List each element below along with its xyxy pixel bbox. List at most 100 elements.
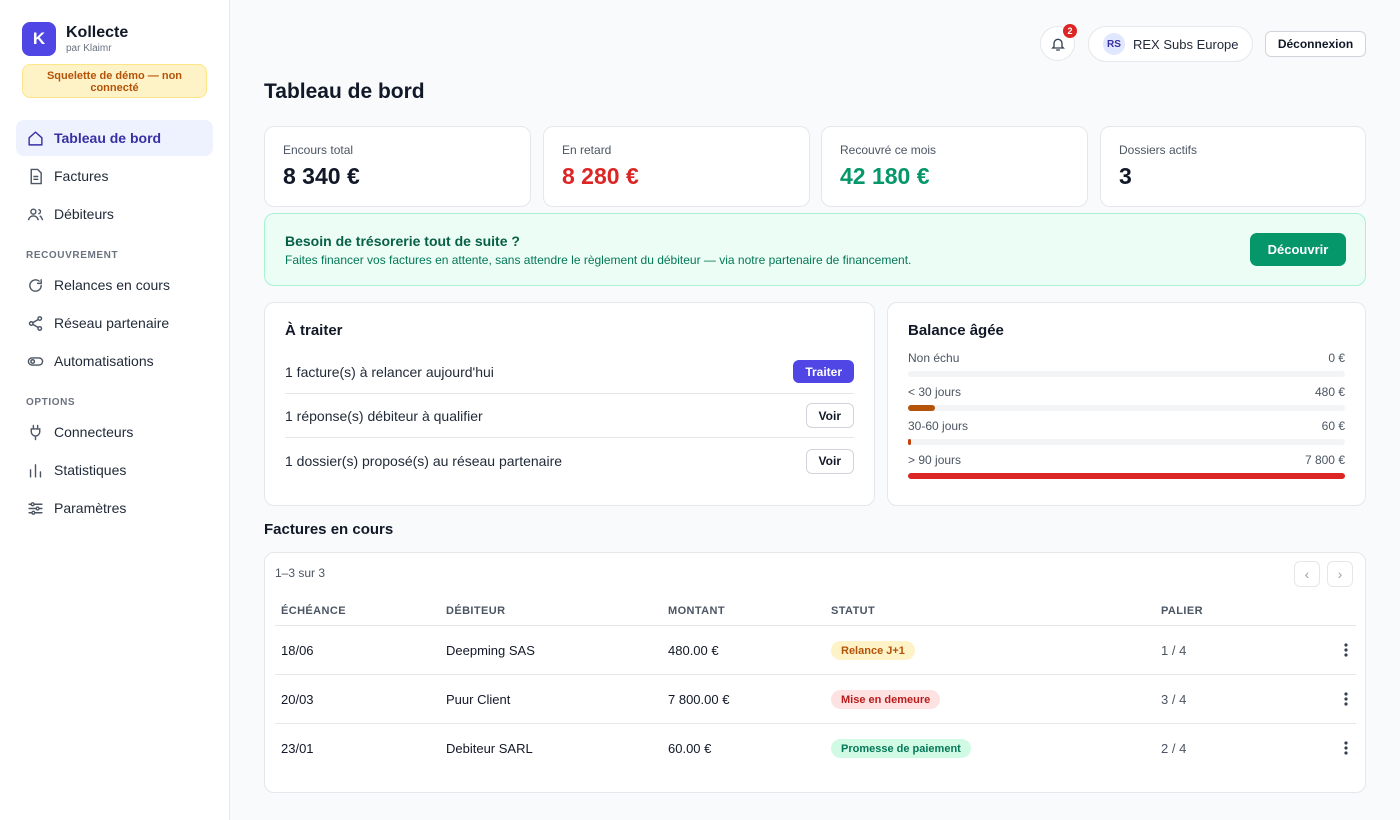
aged-row: 30-60 jours 60 € <box>908 419 1345 445</box>
aged-row: < 30 jours 480 € <box>908 385 1345 411</box>
share-icon <box>26 314 44 332</box>
sidebar-item-label: Tableau de bord <box>54 130 162 146</box>
aged-balance-card: Balance âgée Non échu 0 € < 30 jours 480 €… <box>887 302 1366 506</box>
view-button[interactable]: Voir <box>805 403 854 428</box>
table-row[interactable]: 23/01 Debiteur SARL 60.00 € Promesse de … <box>275 724 1356 773</box>
column-header-montant[interactable]: MONTANT <box>668 605 725 617</box>
kpi-value: 8 280 € <box>562 163 639 189</box>
cell-due: 18/06 <box>281 643 314 658</box>
cell-step: 1 / 4 <box>1161 643 1187 658</box>
cell-step: 3 / 4 <box>1161 692 1187 707</box>
page-title: Tableau de bord <box>264 80 425 103</box>
kpi-label: Dossiers actifs <box>1119 143 1198 157</box>
todo-title: À traiter <box>285 322 343 339</box>
sidebar-item-factures[interactable]: Factures <box>16 158 213 194</box>
cell-due: 20/03 <box>281 692 314 707</box>
home-icon <box>26 129 44 147</box>
aged-bar-track <box>908 473 1345 479</box>
aged-bar-fill <box>908 473 1345 479</box>
brand-name: Kollecte <box>66 23 129 41</box>
plug-icon <box>26 423 44 441</box>
cell-debtor: Deepming SAS <box>446 643 535 658</box>
view-button[interactable]: Voir <box>805 448 854 474</box>
kpi-label: Encours total <box>283 143 354 157</box>
account-menu[interactable]: RS REX Subs Europe <box>1088 26 1253 62</box>
sidebar-item-label: Paramètres <box>54 500 127 516</box>
sidebar-item-label: Factures <box>54 168 109 184</box>
prev-page-button[interactable]: ‹ <box>1294 561 1320 587</box>
cell-debtor: Puur Client <box>446 692 511 707</box>
sidebar-item-debiteurs[interactable]: Débiteurs <box>16 196 213 232</box>
row-menu-icon[interactable] <box>1336 689 1356 709</box>
kpi-card-retard: En retard 8 280 € <box>543 126 810 207</box>
todo-text: 1 dossier(s) proposé(s) au réseau parten… <box>285 453 563 469</box>
aged-amount: 480 € <box>1314 385 1345 399</box>
sidebar-item-reseau[interactable]: Réseau partenaire <box>16 305 213 341</box>
sidebar-item-tableau-de-bord[interactable]: Tableau de bord <box>16 120 213 156</box>
next-page-button[interactable]: › <box>1327 561 1353 587</box>
sidebar-item-automatisations[interactable]: Automatisations <box>16 343 213 379</box>
aged-bar-fill <box>908 439 912 445</box>
discover-button[interactable]: Découvrir <box>1250 233 1346 266</box>
kpi-label: Recouvré ce mois <box>840 143 937 157</box>
nav-section-options: OPTIONS <box>26 397 76 408</box>
aged-amount: 7 800 € <box>1304 453 1345 467</box>
column-header-debiteur[interactable]: DÉBITEUR <box>446 605 505 617</box>
logout-button[interactable]: Déconnexion <box>1265 31 1366 57</box>
toggle-icon <box>26 352 44 370</box>
todo-text: 1 réponse(s) débiteur à qualifier <box>285 407 483 424</box>
demo-notice: Squelette de démo — non connecté <box>22 64 207 98</box>
table-row[interactable]: 18/06 Deepming SAS 480.00 € Relance J+1 … <box>275 626 1356 675</box>
status-badge: Promesse de paiement <box>831 739 971 758</box>
treat-button[interactable]: Traiter <box>793 360 854 383</box>
aged-label: > 90 jours <box>908 453 962 467</box>
aged-bar-track <box>908 439 1345 445</box>
kpi-card-recouvre: Recouvré ce mois 42 180 € <box>821 126 1088 207</box>
cell-step: 2 / 4 <box>1161 741 1187 756</box>
aged-bar-track <box>908 405 1345 411</box>
nav-section-recouvrement: RECOUVREMENT <box>26 250 119 261</box>
kpi-value: 3 <box>1119 163 1132 189</box>
brand[interactable]: K Kollecte par Klaimr <box>22 22 128 56</box>
aged-label: < 30 jours <box>908 385 962 399</box>
sidebar-item-relances[interactable]: Relances en cours <box>16 267 213 303</box>
column-header-palier[interactable]: PALIER <box>1161 605 1203 617</box>
sidebar: K Kollecte par Klaimr Squelette de démo … <box>0 0 230 820</box>
aged-amount: 60 € <box>1321 419 1345 433</box>
invoices-title: Factures en cours <box>264 521 394 538</box>
sidebar-item-label: Connecteurs <box>54 424 134 440</box>
table-row[interactable]: 20/03 Puur Client 7 800.00 € Mise en dem… <box>275 675 1356 724</box>
bell-icon <box>1050 36 1066 52</box>
sidebar-item-label: Statistiques <box>54 462 127 478</box>
account-name: REX Subs Europe <box>1133 36 1239 52</box>
kpi-label: En retard <box>562 143 612 157</box>
notifications-button[interactable]: 2 <box>1040 24 1077 61</box>
financing-banner: Besoin de trésorerie tout de suite ? Fai… <box>264 213 1366 286</box>
sidebar-item-connecteurs[interactable]: Connecteurs <box>16 414 213 450</box>
column-header-statut[interactable]: STATUT <box>831 605 875 617</box>
cell-debtor: Debiteur SARL <box>446 741 533 756</box>
cell-amount: 7 800.00 € <box>668 692 730 707</box>
avatar: RS <box>1103 33 1125 55</box>
row-menu-icon[interactable] <box>1336 738 1356 758</box>
users-icon <box>26 205 44 223</box>
todo-card: À traiter 1 facture(s) à relancer aujour… <box>264 302 875 506</box>
kpi-value: 8 340 € <box>283 163 360 189</box>
banner-text: Faites financer vos factures en attente,… <box>285 253 912 267</box>
brand-subtitle: par Klaimr <box>66 42 112 54</box>
sidebar-item-statistiques[interactable]: Statistiques <box>16 452 213 488</box>
banner-title: Besoin de trésorerie tout de suite ? <box>285 233 520 249</box>
column-header-echeance[interactable]: ÉCHÉANCE <box>281 605 346 617</box>
status-badge: Mise en demeure <box>831 690 941 709</box>
file-icon <box>26 167 44 185</box>
status-badge: Relance J+1 <box>831 641 915 660</box>
cell-amount: 480.00 € <box>668 643 719 658</box>
aged-bar-fill <box>908 405 935 411</box>
todo-text: 1 facture(s) à relancer aujourd'hui <box>285 363 494 380</box>
cell-due: 23/01 <box>281 741 314 756</box>
aged-label: Non échu <box>908 351 960 365</box>
sidebar-item-parametres[interactable]: Paramètres <box>16 490 213 526</box>
cell-amount: 60.00 € <box>668 741 712 756</box>
aged-amount: 0 € <box>1328 351 1345 365</box>
row-menu-icon[interactable] <box>1336 640 1356 660</box>
